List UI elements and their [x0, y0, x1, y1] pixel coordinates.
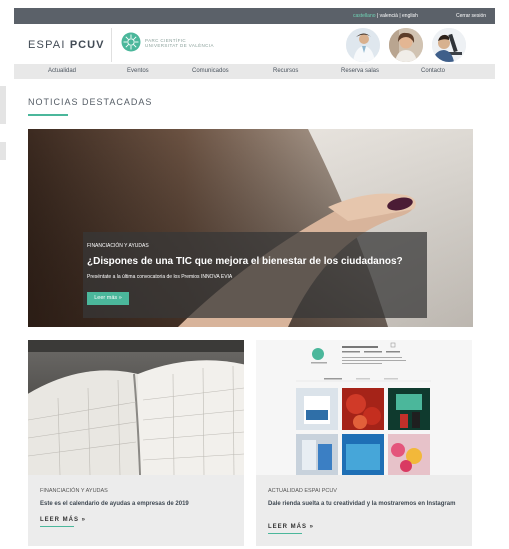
nav-item-actualidad[interactable]: Actualidad	[48, 68, 76, 74]
section-title: NOTICIAS DESTACADAS	[28, 97, 153, 107]
nav-item-recursos[interactable]: Recursos	[273, 68, 298, 74]
nav-item-eventos[interactable]: Eventos	[127, 68, 149, 74]
card-category: FINANCIACIÓN Y AYUDAS	[40, 488, 108, 494]
language-switcher: castellano | valencià | english	[353, 13, 418, 19]
sidebar-fragment	[0, 142, 6, 160]
card-read-more-underline	[268, 533, 302, 534]
hero-caption-box: FINANCIACIÓN Y AYUDAS ¿Dispones de una T…	[83, 232, 427, 318]
hero-title[interactable]: ¿Dispones de una TIC que mejora el biene…	[87, 256, 403, 267]
card-image-instagram	[256, 340, 472, 475]
header-photo-microscope	[432, 28, 466, 62]
card-body: ACTUALIDAD ESPAI PCUV Dale rienda suelta…	[256, 475, 472, 546]
nav-item-reserva-salas[interactable]: Reserva salas	[341, 68, 379, 74]
news-card-instagram[interactable]: ACTUALIDAD ESPAI PCUV Dale rienda suelta…	[256, 340, 472, 546]
card-image-calendar	[28, 340, 244, 475]
card-title[interactable]: Dale rienda suelta a tu creatividad y la…	[268, 500, 463, 508]
site-header: ESPAI PCUV PARC CIENTÍFIC UNIVERSITAT DE…	[14, 24, 495, 63]
header-photo-researcher	[346, 28, 380, 62]
top-bar: castellano | valencià | english Cerrar s…	[14, 8, 495, 24]
main-nav: Actualidad Eventos Comunicados Recursos …	[14, 64, 495, 79]
language-link-english[interactable]: english	[402, 13, 418, 19]
language-link-valenciano[interactable]: valencià	[380, 13, 398, 19]
card-read-more-link[interactable]: LEER MÁS »	[268, 524, 314, 530]
card-read-more-underline	[40, 526, 74, 527]
logo-prefix: ESPAI	[28, 39, 70, 51]
card-body: FINANCIACIÓN Y AYUDAS Este es el calenda…	[28, 475, 244, 546]
nav-item-comunicados[interactable]: Comunicados	[192, 68, 229, 74]
language-link-castellano[interactable]: castellano	[353, 13, 376, 19]
card-title[interactable]: Este es el calendario de ayudas a empres…	[40, 500, 235, 508]
header-photo-woman	[389, 28, 423, 62]
logo-bold: PCUV	[69, 39, 105, 51]
news-card-calendar[interactable]: FINANCIACIÓN Y AYUDAS Este es el calenda…	[28, 340, 244, 546]
site-logo[interactable]: ESPAI PCUV	[28, 39, 104, 51]
park-logo-icon	[121, 32, 141, 52]
park-logo-text: PARC CIENTÍFIC UNIVERSITAT DE VALÈNCIA	[145, 38, 214, 48]
card-category: ACTUALIDAD ESPAI PCUV	[268, 488, 337, 494]
park-logo-line2: UNIVERSITAT DE VALÈNCIA	[145, 43, 214, 48]
header-divider	[111, 28, 112, 62]
card-read-more-link[interactable]: LEER MÁS »	[40, 517, 86, 523]
hero-subtitle: Preséntate a la última convocatoria de l…	[87, 274, 233, 280]
hero-category: FINANCIACIÓN Y AYUDAS	[87, 243, 149, 249]
sidebar-fragment	[0, 86, 6, 124]
hero-banner[interactable]: FINANCIACIÓN Y AYUDAS ¿Dispones de una T…	[28, 129, 473, 327]
hero-read-more-button[interactable]: Leer más »	[87, 292, 129, 305]
nav-item-contacto[interactable]: Contacto	[421, 68, 445, 74]
section-title-underline	[28, 114, 68, 116]
logout-link[interactable]: Cerrar sesión	[456, 13, 486, 19]
